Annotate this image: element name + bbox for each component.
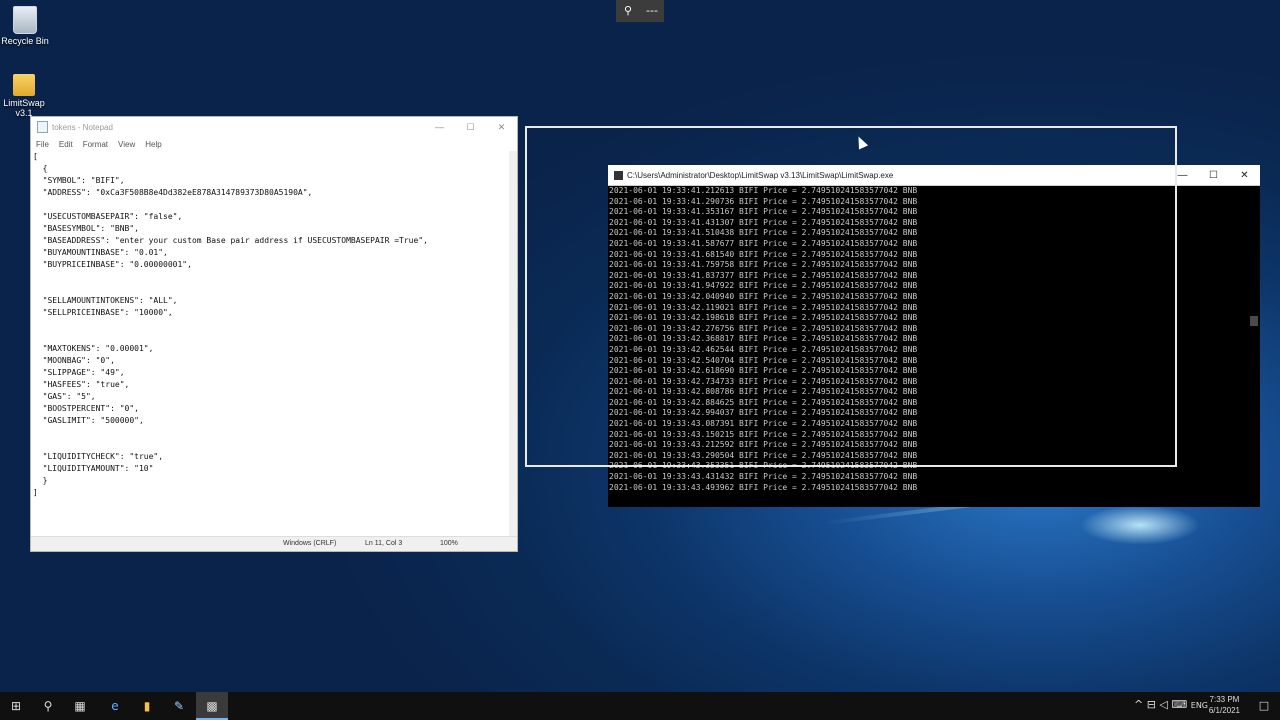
menu-format[interactable]: Format: [83, 140, 108, 149]
recycle-bin-icon: [13, 6, 37, 34]
menu-view[interactable]: View: [118, 140, 135, 149]
console-app-icon: [614, 170, 623, 180]
clock-time: 7:33 PM: [1209, 695, 1240, 704]
limitswap-taskbar-icon[interactable]: ▩: [196, 692, 228, 720]
status-cursor-position: Ln 11, Col 3: [365, 540, 403, 547]
system-tray-icons[interactable]: ^ ⊟ ◁ ⌨ ENG: [1134, 698, 1208, 711]
close-button[interactable]: ✕: [1229, 170, 1260, 181]
minimize-button[interactable]: —: [424, 122, 455, 132]
edge-browser-icon[interactable]: e: [99, 692, 131, 720]
more-button[interactable]: ---: [640, 0, 664, 22]
console-scrollbar[interactable]: [1248, 186, 1260, 507]
minimize-button[interactable]: —: [1167, 170, 1198, 181]
notepad-window: tokens - Notepad — ☐ ✕ File Edit Format …: [30, 116, 518, 552]
start-button[interactable]: ⊞: [0, 692, 32, 720]
console-output: 2021-06-01 19:33:41.212613 BIFI Price = …: [608, 186, 1248, 507]
notepad-menubar: File Edit Format View Help: [31, 137, 517, 151]
notepad-titlebar[interactable]: tokens - Notepad — ☐ ✕: [31, 117, 517, 137]
scrollbar-thumb[interactable]: [1250, 316, 1258, 326]
notepad-content: [ { "SYMBOL": "BIFI", "ADDRESS": "0xCa3F…: [33, 152, 428, 497]
language-indicator[interactable]: ENG: [1191, 701, 1208, 710]
notepad-statusbar: Windows (CRLF) Ln 11, Col 3 100%: [31, 536, 517, 551]
folder-icon: [13, 74, 35, 96]
notepad-icon: [37, 121, 48, 133]
notepad-scrollbar[interactable]: [509, 151, 517, 537]
taskbar: ⊞ ⚲ ▦ e ▮ ✎ ▩ ^ ⊟ ◁ ⌨ ENG 7:33 PM 6/1/20…: [0, 692, 1280, 720]
clock-date: 6/1/2021: [1208, 706, 1240, 715]
clock[interactable]: 7:33 PM 6/1/2021: [1209, 694, 1240, 716]
maximize-button[interactable]: ☐: [455, 122, 486, 133]
menu-file[interactable]: File: [36, 140, 49, 149]
file-explorer-icon[interactable]: ▮: [131, 692, 163, 720]
console-window: C:\Users\Administrator\Desktop\LimitSwap…: [608, 165, 1260, 507]
desktop-icon-recycle-bin[interactable]: Recycle Bin: [0, 6, 55, 46]
close-button[interactable]: ✕: [486, 122, 517, 133]
console-titlebar[interactable]: C:\Users\Administrator\Desktop\LimitSwap…: [608, 165, 1260, 186]
notepad-text-area[interactable]: [ { "SYMBOL": "BIFI", "ADDRESS": "0xCa3F…: [31, 151, 509, 537]
remote-toolbar: ⚲ ---: [616, 0, 664, 22]
status-zoom: 100%: [440, 540, 458, 547]
search-icon[interactable]: ⚲: [32, 692, 64, 720]
wallpaper-light-glow: [1080, 505, 1200, 545]
console-log-lines: 2021-06-01 19:33:41.212613 BIFI Price = …: [609, 186, 918, 492]
notepad-taskbar-icon[interactable]: ✎: [163, 692, 195, 720]
menu-edit[interactable]: Edit: [59, 140, 73, 149]
mouse-cursor-icon: [853, 134, 869, 150]
desktop-icon-label: Recycle Bin: [1, 36, 49, 46]
task-view-icon[interactable]: ▦: [64, 692, 96, 720]
desktop-icon-limitswap[interactable]: LimitSwap v3.1: [0, 74, 54, 118]
tray-glyphs: ^ ⊟ ◁ ⌨: [1134, 698, 1188, 711]
console-title: C:\Users\Administrator\Desktop\LimitSwap…: [627, 170, 894, 180]
desktop-icon-label: LimitSwap v3.1: [3, 98, 45, 118]
menu-help[interactable]: Help: [145, 140, 161, 149]
notifications-icon[interactable]: □: [1248, 692, 1280, 720]
status-encoding: Windows (CRLF): [283, 540, 337, 547]
notepad-title: tokens - Notepad: [52, 122, 113, 132]
maximize-button[interactable]: ☐: [1198, 170, 1229, 181]
zoom-icon[interactable]: ⚲: [616, 0, 640, 22]
